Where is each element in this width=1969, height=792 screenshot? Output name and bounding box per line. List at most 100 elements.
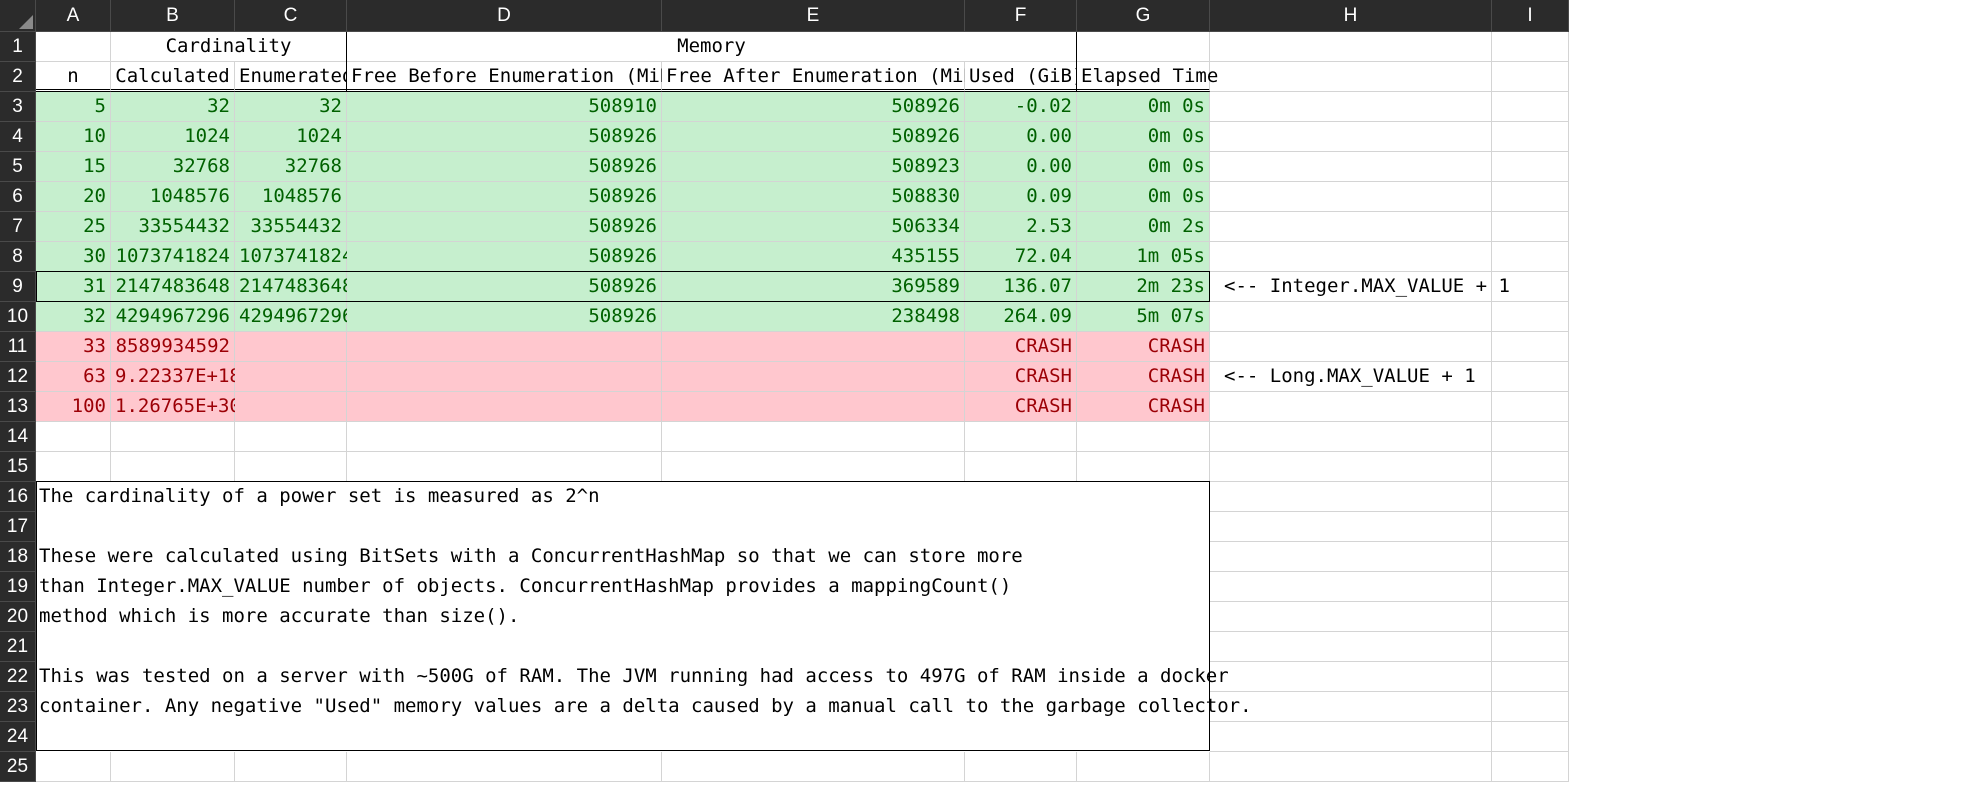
grid-cell[interactable] [1492,62,1569,92]
data-cell-free_after[interactable]: 508926 [662,122,965,152]
grid-cell[interactable] [347,422,662,452]
data-cell-free_before[interactable]: 508926 [347,122,662,152]
data-cell-enumerated[interactable]: 2147483648 [235,272,353,302]
note-line[interactable]: container. Any negative "Used" memory va… [36,692,1252,722]
free-before-header[interactable]: Free Before Enumeration (MiB) [347,62,683,92]
data-cell-elapsed[interactable]: 1m 05s [1077,242,1210,272]
note-line[interactable]: The cardinality of a power set is measur… [36,482,1210,512]
column-header-h[interactable]: H [1210,0,1492,32]
note-line[interactable]: method which is more accurate than size(… [36,602,1210,632]
data-cell-free_after[interactable]: 506334 [662,212,965,242]
row-header-4[interactable]: 4 [0,122,36,152]
grid-cell[interactable] [662,452,965,482]
data-cell-free_after[interactable]: 435155 [662,242,965,272]
row-header-23[interactable]: 23 [0,692,36,722]
grid-cell[interactable] [1492,122,1569,152]
grid-cell[interactable] [1492,752,1569,782]
note-line[interactable]: than Integer.MAX_VALUE number of objects… [36,572,1210,602]
grid-cell[interactable] [1210,422,1492,452]
grid-cell[interactable] [1492,212,1569,242]
grid-cell[interactable] [235,452,347,482]
grid-cell[interactable] [1492,302,1569,332]
grid-cell[interactable] [1210,632,1492,662]
note-line[interactable]: These were calculated using BitSets with… [36,542,1210,572]
data-cell-calculated[interactable]: 9.22337E+18 [111,362,241,392]
grid-cell[interactable] [235,422,347,452]
row-header-6[interactable]: 6 [0,182,36,212]
data-cell-n[interactable]: 20 [36,182,111,212]
grid-cell[interactable] [662,422,965,452]
data-cell-used[interactable]: 0.09 [965,182,1077,212]
data-cell-used[interactable]: 0.00 [965,152,1077,182]
row-header-7[interactable]: 7 [0,212,36,242]
grid-cell[interactable] [1210,182,1492,212]
row-header-2[interactable]: 2 [0,62,36,92]
data-cell-elapsed[interactable]: 2m 23s [1077,272,1210,302]
data-cell-enumerated[interactable] [235,332,347,362]
data-cell-n[interactable]: 32 [36,302,111,332]
free-after-header[interactable]: Free After Enumeration (MiB) [662,62,986,92]
row-header-3[interactable]: 3 [0,92,36,122]
grid-cell[interactable] [1492,152,1569,182]
data-cell-used[interactable]: -0.02 [965,92,1077,122]
data-cell-n[interactable]: 33 [36,332,111,362]
data-cell-elapsed[interactable]: 0m 0s [1077,92,1210,122]
grid-cell[interactable] [1210,572,1492,602]
data-cell-n[interactable]: 63 [36,362,111,392]
calculated-header[interactable]: Calculated [111,62,235,92]
data-cell-free_before[interactable] [347,362,662,392]
grid-cell[interactable] [1210,92,1492,122]
data-cell-calculated[interactable]: 1.26765E+30 [111,392,241,422]
row-header-25[interactable]: 25 [0,752,36,782]
grid-cell[interactable] [235,752,347,782]
data-cell-elapsed[interactable]: CRASH [1077,332,1210,362]
data-cell-elapsed[interactable]: 0m 0s [1077,182,1210,212]
cardinality-header[interactable]: Cardinality [111,32,347,62]
grid-cell[interactable] [1492,362,1569,392]
row-header-5[interactable]: 5 [0,152,36,182]
grid-cell[interactable] [1077,422,1210,452]
grid-cell[interactable] [1492,92,1569,122]
data-cell-free_after[interactable]: 369589 [662,272,965,302]
data-cell-used[interactable]: 2.53 [965,212,1077,242]
grid-cell[interactable] [1492,662,1569,692]
grid-cell[interactable] [111,422,235,452]
data-cell-free_before[interactable]: 508926 [347,152,662,182]
grid-cell[interactable] [1492,392,1569,422]
data-cell-enumerated[interactable]: 1073741824 [235,242,353,272]
column-header-i[interactable]: I [1492,0,1569,32]
grid-cell[interactable] [1210,122,1492,152]
header-blank-a1[interactable] [36,32,111,62]
data-cell-calculated[interactable]: 8589934592 [111,332,235,362]
data-cell-enumerated[interactable]: 32 [235,92,347,122]
data-cell-n[interactable]: 100 [36,392,111,422]
annotation-note[interactable]: <-- Long.MAX_VALUE + 1 [1210,362,1492,392]
grid-cell[interactable] [36,422,111,452]
data-cell-used[interactable]: CRASH [965,332,1077,362]
note-line[interactable] [36,722,1210,752]
data-cell-calculated[interactable]: 2147483648 [111,272,235,302]
select-all-corner[interactable] [0,0,36,32]
row-header-16[interactable]: 16 [0,482,36,512]
grid-cell[interactable] [1492,32,1569,62]
grid-cell[interactable] [1210,722,1492,752]
data-cell-enumerated[interactable]: 33554432 [235,212,347,242]
data-cell-n[interactable]: 15 [36,152,111,182]
grid-cell[interactable] [1210,602,1492,632]
grid-cell[interactable] [1492,632,1569,662]
data-cell-elapsed[interactable]: CRASH [1077,392,1210,422]
row-header-14[interactable]: 14 [0,422,36,452]
row-header-19[interactable]: 19 [0,572,36,602]
grid-cell[interactable] [1492,512,1569,542]
data-cell-free_after[interactable]: 508923 [662,152,965,182]
row-header-1[interactable]: 1 [0,32,36,62]
column-header-a[interactable]: A [36,0,111,32]
grid-cell[interactable] [1210,392,1492,422]
grid-cell[interactable] [1210,662,1492,692]
grid-cell[interactable] [1492,182,1569,212]
data-cell-enumerated[interactable] [235,392,347,422]
grid-cell[interactable] [1210,542,1492,572]
data-cell-free_after[interactable]: 238498 [662,302,965,332]
data-cell-n[interactable]: 5 [36,92,111,122]
data-cell-enumerated[interactable]: 1048576 [235,182,347,212]
